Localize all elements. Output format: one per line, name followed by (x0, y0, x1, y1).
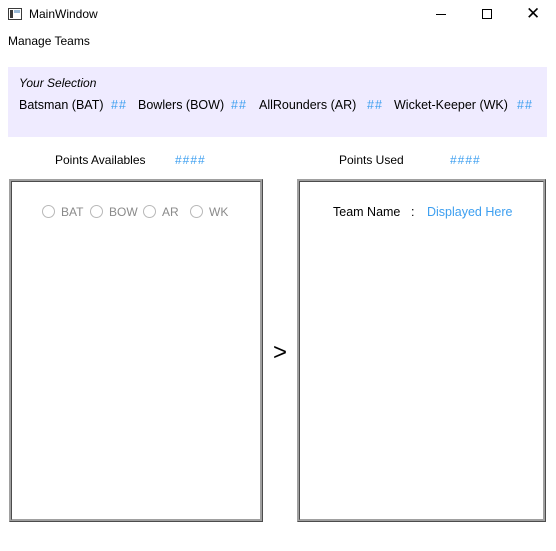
maximize-icon (482, 9, 492, 19)
selection-title: Your Selection (19, 76, 97, 90)
title-bar: MainWindow ✕ (0, 0, 556, 30)
batsman-count: ## (111, 98, 127, 112)
minimize-icon (436, 14, 446, 15)
radio-ar-label: AR (162, 205, 179, 219)
window-title: MainWindow (29, 7, 98, 21)
radio-ar[interactable] (143, 205, 156, 218)
team-name-label: Team Name (333, 205, 401, 219)
maximize-button[interactable] (464, 0, 510, 30)
bowlers-label: Bowlers (BOW) (138, 98, 225, 112)
radio-wk-label: WK (209, 205, 229, 219)
team-name-separator: : (411, 205, 415, 219)
team-name-value: Displayed Here (427, 205, 513, 219)
selection-summary-panel: Your Selection Batsman (BAT) ## Bowlers … (8, 67, 547, 137)
radio-bat-label: BAT (61, 205, 84, 219)
radio-bat[interactable] (42, 205, 55, 218)
bowlers-count: ## (231, 98, 247, 112)
move-to-team-button[interactable]: > (268, 340, 292, 368)
app-window-icon (8, 8, 22, 20)
points-available-value: #### (175, 153, 206, 167)
allrounders-label: AllRounders (AR) (259, 98, 357, 112)
allrounders-count: ## (367, 98, 383, 112)
radio-wk[interactable] (190, 205, 203, 218)
close-icon: ✕ (526, 4, 541, 23)
menu-manage-teams[interactable]: Manage Teams (8, 34, 90, 48)
points-used-value: #### (450, 153, 481, 167)
wicketkeeper-label: Wicket-Keeper (WK) (394, 98, 508, 112)
team-players-list[interactable]: Team Name : Displayed Here (297, 179, 546, 522)
batsman-label: Batsman (BAT) (19, 98, 104, 112)
radio-bow-label: BOW (109, 205, 138, 219)
points-used-label: Points Used (339, 153, 404, 167)
minimize-button[interactable] (418, 0, 464, 30)
wicketkeeper-count: ## (517, 98, 533, 112)
close-button[interactable]: ✕ (510, 0, 556, 30)
points-available-label: Points Availables (55, 153, 146, 167)
radio-bow[interactable] (90, 205, 103, 218)
available-players-list[interactable]: BAT BOW AR WK (9, 179, 263, 522)
menu-bar: Manage Teams (0, 30, 556, 52)
